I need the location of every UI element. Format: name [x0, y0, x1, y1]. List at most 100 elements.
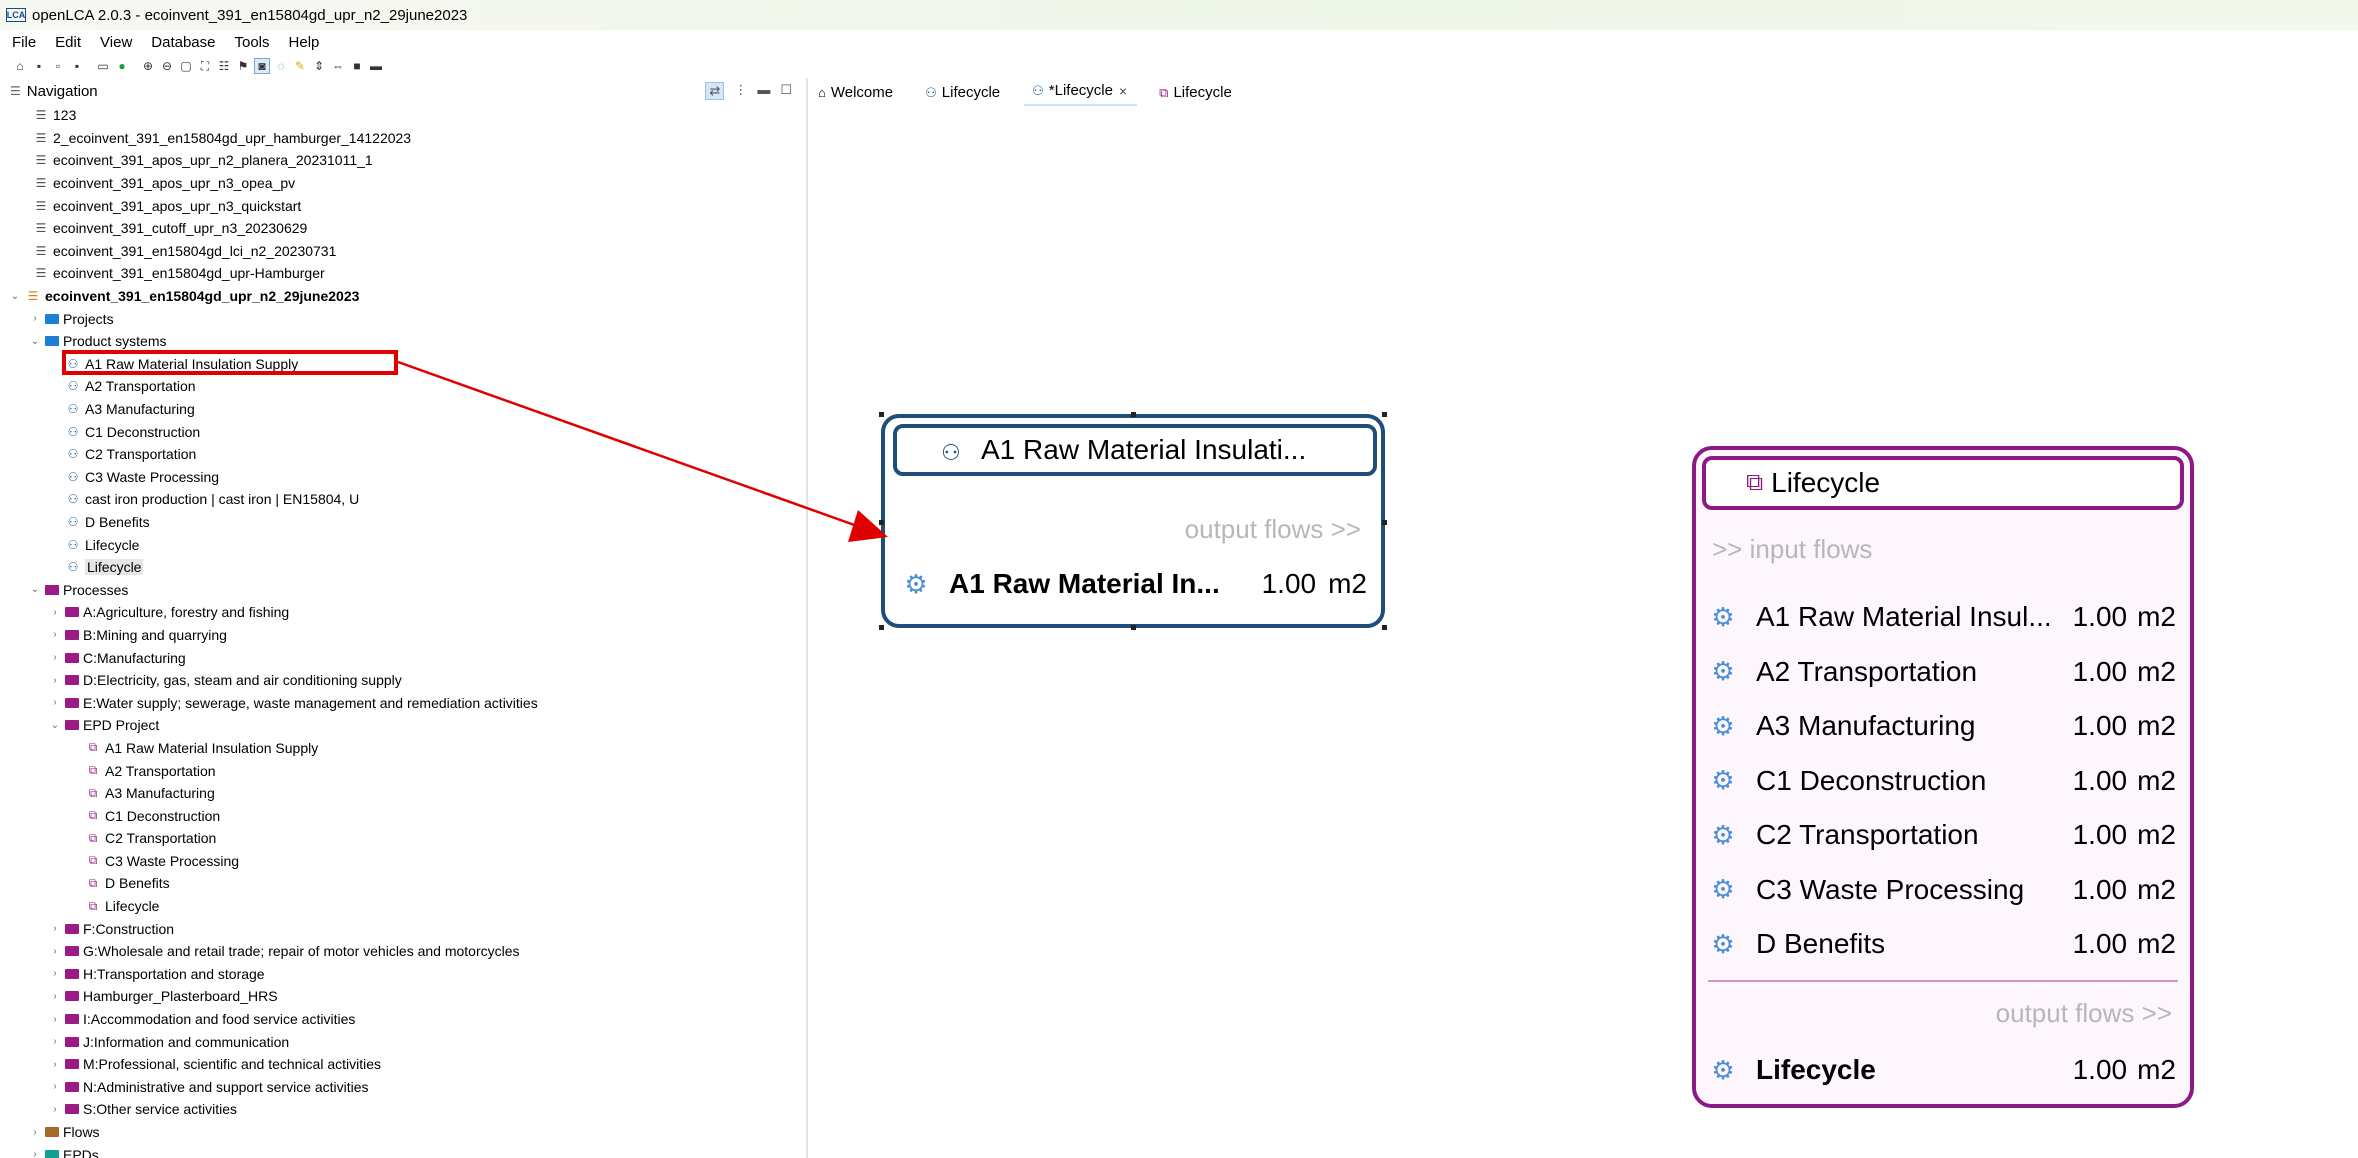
tree-item-process-folder[interactable]: › Hamburger_Plasterboard_HRS: [0, 985, 806, 1008]
link-editor-icon[interactable]: ⇄: [705, 82, 725, 100]
tree-item-process-folder[interactable]: › A:Agriculture, forestry and fishing: [0, 601, 806, 624]
tree-item-epds[interactable]: › EPDs: [0, 1143, 806, 1158]
tree-item-process-folder[interactable]: › D:Electricity, gas, steam and air condi…: [0, 669, 806, 692]
tree-item-db[interactable]: ☰ 2_ecoinvent_391_en15804gd_upr_hamburger…: [0, 127, 806, 150]
chevron-right-icon[interactable]: ›: [28, 1149, 42, 1158]
output-flows-label[interactable]: output flows >>: [1185, 514, 1361, 545]
chevron-right-icon[interactable]: ›: [48, 1014, 62, 1025]
input-flows-label[interactable]: >> input flows: [1712, 534, 1872, 565]
chevron-right-icon[interactable]: ›: [48, 675, 62, 686]
shape-icon[interactable]: ◌: [273, 58, 289, 74]
tree-item-process[interactable]: ⧉ C1 Deconstruction: [0, 804, 806, 827]
node-header[interactable]: ⚇ A1 Raw Material Insulati...: [893, 424, 1377, 476]
tree-item-process-folder[interactable]: › C:Manufacturing: [0, 646, 806, 669]
tree-item-product-system[interactable]: ⚇ A2 Transportation: [0, 375, 806, 398]
run-icon[interactable]: ●: [114, 58, 130, 74]
chevron-right-icon[interactable]: ›: [48, 1104, 62, 1115]
resize-handle[interactable]: [1382, 412, 1387, 417]
tree-item-db[interactable]: ☰ ecoinvent_391_apos_upr_n3_opea_pv: [0, 172, 806, 195]
tree-item-process[interactable]: ⧉ C3 Waste Processing: [0, 850, 806, 873]
node-header[interactable]: ⧉ Lifecycle: [1702, 456, 2184, 510]
chevron-right-icon[interactable]: ›: [48, 923, 62, 934]
tree-item-projects[interactable]: › Projects: [0, 307, 806, 330]
chevron-down-icon[interactable]: ⌄: [28, 336, 42, 347]
tree-item-product-system[interactable]: ⚇ C1 Deconstruction: [0, 420, 806, 443]
tree-item-process-folder[interactable]: › S:Other service activities: [0, 1098, 806, 1121]
tree-item-db[interactable]: ☰ ecoinvent_391_apos_upr_n2_planera_20231…: [0, 149, 806, 172]
tree-item-product-system[interactable]: ⚇ A3 Manufacturing: [0, 398, 806, 421]
tree-item-process-folder[interactable]: › M:Professional, scientific and technica…: [0, 1053, 806, 1076]
tree-item-process[interactable]: ⧉ A1 Raw Material Insulation Supply: [0, 737, 806, 760]
product-system-node-a1[interactable]: ⚇ A1 Raw Material Insulati... output flo…: [881, 414, 1385, 628]
tree-item-product-system[interactable]: ⚇ C2 Transportation: [0, 443, 806, 466]
zoom-fit-icon[interactable]: ▢: [178, 58, 194, 74]
tree-item-process-folder[interactable]: › F:Construction: [0, 917, 806, 940]
chevron-right-icon[interactable]: ›: [48, 968, 62, 979]
menu-tools[interactable]: Tools: [235, 34, 270, 51]
output-flow-row[interactable]: ⚙ A1 Raw Material In... 1.00 m2: [903, 568, 1367, 600]
fit-screen-icon[interactable]: ⛶: [197, 58, 213, 74]
menu-view[interactable]: View: [100, 34, 132, 51]
expand-icon[interactable]: ⇕: [311, 58, 327, 74]
tree-item-flows[interactable]: › Flows: [0, 1121, 806, 1144]
tree-item-process[interactable]: ⧉ A2 Transportation: [0, 759, 806, 782]
save-all-icon[interactable]: ▪: [69, 58, 85, 74]
tree-item-db[interactable]: ☰ ecoinvent_391_apos_upr_n3_quickstart: [0, 194, 806, 217]
resize-handle[interactable]: [1131, 412, 1136, 417]
tree-item-active-db[interactable]: ⌄ ☰ ecoinvent_391_en15804gd_upr_n2_29june2…: [0, 285, 806, 308]
menu-database[interactable]: Database: [151, 34, 215, 51]
chevron-right-icon[interactable]: ›: [48, 1036, 62, 1047]
menu-help[interactable]: Help: [289, 34, 320, 51]
tree-item-process[interactable]: ⧉ A3 Manufacturing: [0, 782, 806, 805]
resize-handle[interactable]: [1382, 625, 1387, 630]
home-icon[interactable]: ⌂: [12, 58, 28, 74]
chevron-right-icon[interactable]: ›: [48, 697, 62, 708]
tree-item-process-folder[interactable]: › H:Transportation and storage: [0, 963, 806, 986]
tree-item-process-folder[interactable]: › J:Information and communication: [0, 1030, 806, 1053]
tree-item-process-folder[interactable]: › N:Administrative and support service ac…: [0, 1076, 806, 1099]
chevron-right-icon[interactable]: ›: [48, 1081, 62, 1092]
chevron-right-icon[interactable]: ›: [48, 991, 62, 1002]
chevron-down-icon[interactable]: ⌄: [48, 720, 62, 731]
menu-file[interactable]: File: [12, 34, 36, 51]
resize-handle[interactable]: [879, 520, 884, 525]
tree-item-process[interactable]: ⧉ D Benefits: [0, 872, 806, 895]
new-file-icon[interactable]: ▭: [95, 58, 111, 74]
chevron-right-icon[interactable]: ›: [48, 629, 62, 640]
tree-item-process[interactable]: ⧉ C2 Transportation: [0, 827, 806, 850]
chevron-down-icon[interactable]: ⌄: [8, 291, 22, 302]
output-flows-label[interactable]: output flows >>: [1996, 998, 2172, 1029]
input-flow-row[interactable]: ⚙ D Benefits 1.00 m2: [1710, 917, 2176, 972]
tree-item-product-system[interactable]: ⚇ D Benefits: [0, 511, 806, 534]
tree-item-process-folder[interactable]: › B:Mining and quarrying: [0, 624, 806, 647]
tab-lifecycle-process[interactable]: ⧉ Lifecycle: [1151, 80, 1242, 106]
chevron-right-icon[interactable]: ›: [28, 313, 42, 324]
tree-item-process-folder[interactable]: › E:Water supply; sewerage, waste managem…: [0, 691, 806, 714]
tree-item-process-folder[interactable]: › I:Accommodation and food service activi…: [0, 1008, 806, 1031]
chevron-right-icon[interactable]: ›: [48, 1059, 62, 1070]
zoom-in-icon[interactable]: ⊕: [140, 58, 156, 74]
view-menu-icon[interactable]: ⋮: [734, 82, 747, 100]
chevron-right-icon[interactable]: ›: [48, 946, 62, 957]
tab-lifecycle[interactable]: ⚇ Lifecycle: [917, 80, 1010, 106]
resize-handle[interactable]: [879, 625, 884, 630]
tree-item-product-system[interactable]: ⚇ Lifecycle: [0, 533, 806, 556]
tree-item-product-system[interactable]: ⚇ cast iron production | cast iron | EN15…: [0, 488, 806, 511]
tree-item-db[interactable]: ☰ 123: [0, 104, 806, 127]
tree-item-db[interactable]: ☰ ecoinvent_391_en15804gd_lci_n2_20230731: [0, 240, 806, 263]
tree-item-process[interactable]: ⧉ Lifecycle: [0, 895, 806, 918]
input-flow-row[interactable]: ⚙ A2 Transportation 1.00 m2: [1710, 645, 2176, 700]
resize-handle[interactable]: [1382, 520, 1387, 525]
tree-item-process-folder[interactable]: › G:Wholesale and retail trade; repair of…: [0, 940, 806, 963]
tree-item-db[interactable]: ☰ ecoinvent_391_cutoff_upr_n3_20230629: [0, 217, 806, 240]
zoom-out-icon[interactable]: ⊖: [159, 58, 175, 74]
maximize-icon[interactable]: ■: [349, 58, 365, 74]
tree-icon[interactable]: ⚑: [235, 58, 251, 74]
tree-item-epd-folder[interactable]: ⌄ EPD Project: [0, 714, 806, 737]
save-icon[interactable]: ▪: [31, 58, 47, 74]
input-flow-row[interactable]: ⚙ C2 Transportation 1.00 m2: [1710, 808, 2176, 863]
menu-edit[interactable]: Edit: [55, 34, 81, 51]
chevron-down-icon[interactable]: ⌄: [28, 584, 42, 595]
minimize-icon[interactable]: ▬: [368, 58, 384, 74]
input-flow-row[interactable]: ⚙ A1 Raw Material Insul... 1.00 m2: [1710, 590, 2176, 645]
